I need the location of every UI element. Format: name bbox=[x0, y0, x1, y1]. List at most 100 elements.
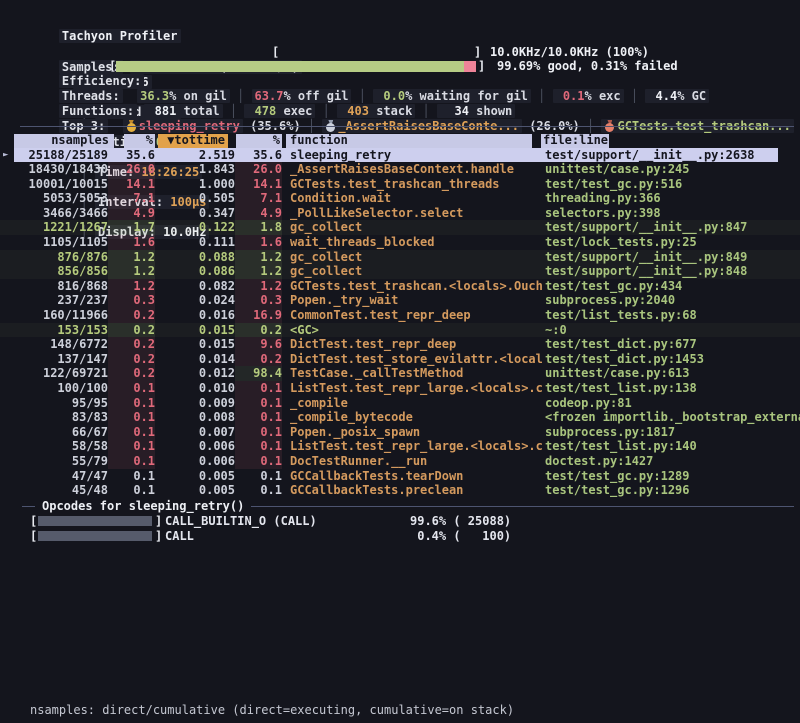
table-row[interactable]: ► 816/868 1.2 0.082 1.2 GCTests.test_tra… bbox=[0, 279, 800, 294]
cell-tottime: 0.111 bbox=[155, 235, 235, 250]
table-row[interactable]: ► 137/147 0.2 0.014 0.2 DictTest.test_st… bbox=[0, 352, 800, 367]
opcodes-panel: Opcodes for sleeping_retry() [ ] CALL_BU… bbox=[0, 499, 800, 543]
cell-file-line: test/list_tests.py:68 bbox=[545, 308, 800, 323]
table-row[interactable]: ► 58/58 0.1 0.006 0.1 ListTest.test_repr… bbox=[0, 439, 800, 454]
cell-tottime: 0.505 bbox=[155, 191, 235, 206]
table-row[interactable]: ► 1105/1105 1.6 0.111 1.6 wait_threads_b… bbox=[0, 235, 800, 250]
cell-function: GCCallbackTests.tearDown bbox=[290, 469, 542, 484]
column-header-cumul-pct[interactable]: % bbox=[236, 134, 282, 148]
cell-tottime: 0.016 bbox=[155, 308, 235, 323]
cell-tottime: 0.086 bbox=[155, 264, 235, 279]
cell-file-line: unittest/case.py:245 bbox=[545, 162, 800, 177]
cell-function: CommonTest.test_repr_deep bbox=[290, 308, 542, 323]
table-row[interactable]: ► 160/11966 0.2 0.016 16.9 CommonTest.te… bbox=[0, 308, 800, 323]
cell-file-line: test/test_gc.py:434 bbox=[545, 279, 800, 294]
cell-sample-pct: 4.9 bbox=[108, 206, 155, 221]
cell-tottime: 0.015 bbox=[155, 337, 235, 352]
opcodes-title: Opcodes for sleeping_retry() bbox=[42, 499, 244, 514]
cell-cumul-pct: 14.1 bbox=[235, 177, 282, 192]
cell-cumul-pct: 0.1 bbox=[235, 469, 282, 484]
samples-rate-bar bbox=[279, 47, 473, 58]
cell-nsamples: 5053/5053 bbox=[0, 191, 108, 206]
table-row[interactable]: ► 5053/5053 7.1 0.505 7.1 Condition.wait… bbox=[0, 191, 800, 206]
table-row[interactable]: ► 83/83 0.1 0.008 0.1 _compile_bytecode … bbox=[0, 410, 800, 425]
cell-file-line: test/support/__init__.py:847 bbox=[545, 220, 800, 235]
column-header-function[interactable]: function bbox=[286, 134, 532, 148]
efficiency-bar bbox=[116, 61, 476, 72]
table-row[interactable]: ► 3466/3466 4.9 0.347 4.9 _PollLikeSelec… bbox=[0, 206, 800, 221]
cell-function: sleeping_retry bbox=[290, 148, 542, 163]
cell-nsamples: 66/67 bbox=[0, 425, 108, 440]
table-row[interactable]: ► 856/856 1.2 0.086 1.2 gc_collect test/… bbox=[0, 264, 800, 279]
opcode-bar-track bbox=[38, 516, 152, 526]
table-row[interactable]: ► 47/47 0.1 0.005 0.1 GCCallbackTests.te… bbox=[0, 469, 800, 484]
cell-sample-pct: 0.1 bbox=[108, 396, 155, 411]
cell-sample-pct: 1.2 bbox=[108, 279, 155, 294]
cell-cumul-pct: 0.3 bbox=[235, 293, 282, 308]
cell-function: wait_threads_blocked bbox=[290, 235, 542, 250]
opcode-name: CALL_BUILTIN_O (CALL) bbox=[165, 514, 317, 529]
cell-sample-pct: 1.6 bbox=[108, 235, 155, 250]
cell-sample-pct: 0.1 bbox=[108, 381, 155, 396]
cell-cumul-pct: 16.9 bbox=[235, 308, 282, 323]
cell-tottime: 0.005 bbox=[155, 469, 235, 484]
table-row[interactable]: ► 55/79 0.1 0.006 0.1 DocTestRunner.__ru… bbox=[0, 454, 800, 469]
cell-cumul-pct: 1.8 bbox=[235, 220, 282, 235]
cell-tottime: 0.088 bbox=[155, 250, 235, 265]
cell-cumul-pct: 0.2 bbox=[235, 352, 282, 367]
table-row[interactable]: ► 237/237 0.3 0.024 0.3 Popen._try_wait … bbox=[0, 293, 800, 308]
table-header: nsamples % ▼tottime % function file:line bbox=[0, 133, 800, 148]
cell-nsamples: 876/876 bbox=[0, 250, 108, 265]
table-row[interactable]: ► 66/67 0.1 0.007 0.1 Popen._posix_spawn… bbox=[0, 425, 800, 440]
column-header-tottime-sorted[interactable]: ▼tottime bbox=[158, 134, 228, 148]
efficiency-line: Efficiency: [ ] 99.69% good, 0.31% faile… bbox=[30, 59, 800, 74]
cell-sample-pct: 0.1 bbox=[108, 454, 155, 469]
cell-nsamples: 10001/10015 bbox=[0, 177, 108, 192]
table-row[interactable]: ► 95/95 0.1 0.009 0.1 _compile codeop.py… bbox=[0, 396, 800, 411]
cell-nsamples: 856/856 bbox=[0, 264, 108, 279]
cell-sample-pct: 0.3 bbox=[108, 293, 155, 308]
cell-nsamples: 100/100 bbox=[0, 381, 108, 396]
table-row[interactable]: ► 45/48 0.1 0.005 0.1 GCCallbackTests.pr… bbox=[0, 483, 800, 498]
cell-nsamples: 160/11966 bbox=[0, 308, 108, 323]
cell-nsamples: 237/237 bbox=[0, 293, 108, 308]
cell-file-line: codeop.py:81 bbox=[545, 396, 800, 411]
column-header-sample-pct[interactable]: % bbox=[124, 134, 155, 148]
cell-tottime: 0.082 bbox=[155, 279, 235, 294]
cell-file-line: subprocess.py:2040 bbox=[545, 293, 800, 308]
cell-nsamples: 137/147 bbox=[0, 352, 108, 367]
table-row[interactable]: ► 876/876 1.2 0.088 1.2 gc_collect test/… bbox=[0, 250, 800, 265]
cell-tottime: 1.000 bbox=[155, 177, 235, 192]
cell-cumul-pct: 0.1 bbox=[235, 396, 282, 411]
cell-nsamples: 148/6772 bbox=[0, 337, 108, 352]
table-row[interactable]: ► 18430/18430 26.0 1.843 26.0 _AssertRai… bbox=[0, 162, 800, 177]
cell-cumul-pct: 1.6 bbox=[235, 235, 282, 250]
table-row[interactable]: ► 10001/10015 14.1 1.000 14.1 GCTests.te… bbox=[0, 177, 800, 192]
opcode-bar-close-bracket: ] bbox=[155, 529, 162, 544]
cell-sample-pct: 1.7 bbox=[108, 220, 155, 235]
cell-file-line: <frozen importlib._bootstrap_externa bbox=[545, 410, 800, 425]
table-row[interactable]: ► 1221/1267 1.7 0.122 1.8 gc_collect tes… bbox=[0, 220, 800, 235]
cell-nsamples: 122/69721 bbox=[0, 366, 108, 381]
opcode-bar-row: [ ] CALL_BUILTIN_O (CALL) 99.6% ( 25088) bbox=[0, 514, 800, 529]
column-header-file-line[interactable]: file:line bbox=[541, 134, 609, 148]
cell-function: gc_collect bbox=[290, 220, 542, 235]
cell-sample-pct: 0.2 bbox=[108, 352, 155, 367]
samples-rate-text: 10.0KHz/10.0KHz (100%) bbox=[490, 45, 649, 60]
table-row[interactable]: ► 100/100 0.1 0.010 0.1 ListTest.test_re… bbox=[0, 381, 800, 396]
table-row[interactable]: ► 153/153 0.2 0.015 0.2 <GC> ~:0 bbox=[0, 323, 800, 338]
cell-file-line: test/support/__init__.py:2638 bbox=[545, 148, 800, 163]
table-row[interactable]: ► 148/6772 0.2 0.015 9.6 DictTest.test_r… bbox=[0, 337, 800, 352]
cell-nsamples: 95/95 bbox=[0, 396, 108, 411]
cell-tottime: 0.015 bbox=[155, 323, 235, 338]
cell-cumul-pct: 7.1 bbox=[235, 191, 282, 206]
cell-function: gc_collect bbox=[290, 250, 542, 265]
opcode-name: CALL bbox=[165, 529, 194, 544]
cell-nsamples: 83/83 bbox=[0, 410, 108, 425]
cell-file-line: test/test_gc.py:1289 bbox=[545, 469, 800, 484]
table-row[interactable]: ► 25188/25189 35.6 2.519 35.6 sleeping_r… bbox=[0, 148, 800, 163]
column-header-nsamples[interactable]: nsamples bbox=[14, 134, 114, 148]
cell-file-line: test/test_list.py:138 bbox=[545, 381, 800, 396]
table-row[interactable]: ► 122/69721 0.2 0.012 98.4 TestCase._cal… bbox=[0, 366, 800, 381]
cell-nsamples: 18430/18430 bbox=[0, 162, 108, 177]
